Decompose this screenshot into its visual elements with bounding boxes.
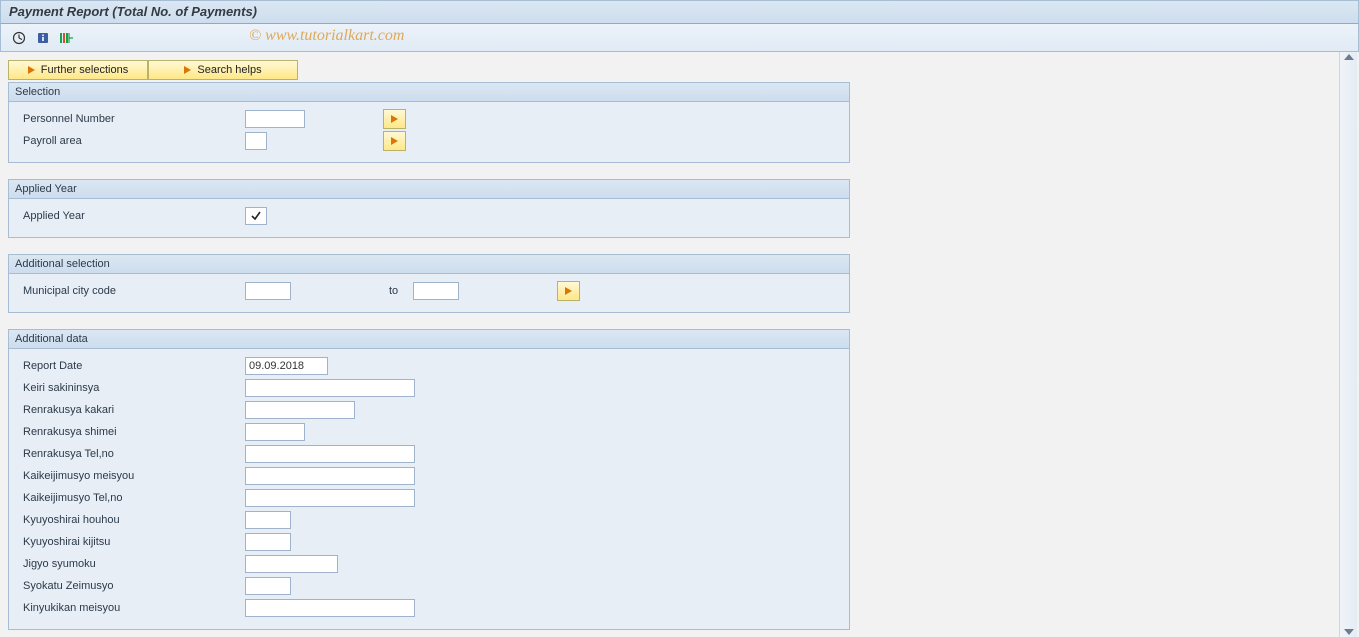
row-kaikeijimusyo_meisyou: Kaikeijimusyo meisyou (17, 465, 841, 487)
report_date-input[interactable] (245, 357, 328, 375)
group-selection: Selection Personnel Number Payroll area (8, 82, 850, 163)
search-helps-label: Search helps (197, 64, 261, 76)
payroll-area-input[interactable] (245, 132, 267, 150)
search-helps-button[interactable]: Search helps (148, 60, 298, 80)
selection-buttons: Further selections Search helps (8, 60, 850, 80)
row-keiri_sakininsya: Keiri sakininsya (17, 377, 841, 399)
label-keiri_sakininsya: Keiri sakininsya (17, 382, 245, 394)
kaikeijimusyo_meisyou-input[interactable] (245, 467, 415, 485)
group-additional-selection: Additional selection Municipal city code… (8, 254, 850, 313)
row-personnel-number: Personnel Number (17, 108, 841, 130)
form-column: Further selections Search helps Selectio… (8, 60, 850, 637)
municipal-city-code-from-input[interactable] (245, 282, 291, 300)
row-kyuyoshirai_kijitsu: Kyuyoshirai kijitsu (17, 531, 841, 553)
app-toolbar: © www.tutorialkart.com (0, 24, 1359, 52)
execute-icon[interactable] (9, 29, 29, 47)
label-kyuyoshirai_houhou: Kyuyoshirai houhou (17, 514, 245, 526)
label-syokatu_zeimusyo: Syokatu Zeimusyo (17, 580, 245, 592)
group-additional-data: Additional data Report Date Keiri sakinin… (8, 329, 850, 630)
kinyukikan_meisyou-input[interactable] (245, 599, 415, 617)
kyuyoshirai_kijitsu-input[interactable] (245, 533, 291, 551)
group-additional-selection-header: Additional selection (9, 255, 849, 274)
row-applied-year: Applied Year (17, 205, 841, 227)
renrakusya_kakari-input[interactable] (245, 401, 355, 419)
kaikeijimusyo_telno-input[interactable] (245, 489, 415, 507)
check-icon (250, 210, 262, 222)
label-kaikeijimusyo_meisyou: Kaikeijimusyo meisyou (17, 470, 245, 482)
label-kinyukikan_meisyou: Kinyukikan meisyou (17, 602, 245, 614)
label-kaikeijimusyo_telno: Kaikeijimusyo Tel,no (17, 492, 245, 504)
arrow-right-icon (565, 287, 572, 295)
further-selections-button[interactable]: Further selections (8, 60, 148, 80)
page-title: Payment Report (Total No. of Payments) (9, 4, 257, 19)
arrow-right-icon (184, 66, 191, 74)
kyuyoshirai_houhou-input[interactable] (245, 511, 291, 529)
label-renrakusya_shimei: Renrakusya shimei (17, 426, 245, 438)
label-applied-year: Applied Year (17, 210, 245, 222)
row-kyuyoshirai_houhou: Kyuyoshirai houhou (17, 509, 841, 531)
label-municipal-city-code: Municipal city code (17, 285, 245, 297)
row-syokatu_zeimusyo: Syokatu Zeimusyo (17, 575, 841, 597)
row-kinyukikan_meisyou: Kinyukikan meisyou (17, 597, 841, 619)
label-renrakusya_kakari: Renrakusya kakari (17, 404, 245, 416)
scrollbar-vertical[interactable] (1339, 52, 1357, 637)
municipal-city-code-multiple-button[interactable] (557, 281, 580, 301)
row-renrakusya_shimei: Renrakusya shimei (17, 421, 841, 443)
row-renrakusya_kakari: Renrakusya kakari (17, 399, 841, 421)
further-selections-label: Further selections (41, 64, 128, 76)
label-kyuyoshirai_kijitsu: Kyuyoshirai kijitsu (17, 536, 245, 548)
label-to: to (389, 285, 413, 297)
personnel-number-multiple-button[interactable] (383, 109, 406, 129)
label-renrakusya_telno: Renrakusya Tel,no (17, 448, 245, 460)
personnel-number-input[interactable] (245, 110, 305, 128)
watermark-text: © www.tutorialkart.com (249, 27, 404, 45)
group-applied-year-header: Applied Year (9, 180, 849, 199)
arrow-right-icon (391, 137, 398, 145)
scroll-down-icon[interactable] (1344, 629, 1354, 635)
row-jigyo_syumoku: Jigyo syumoku (17, 553, 841, 575)
arrow-right-icon (28, 66, 35, 74)
row-payroll-area: Payroll area (17, 130, 841, 152)
jigyo_syumoku-input[interactable] (245, 555, 338, 573)
row-kaikeijimusyo_telno: Kaikeijimusyo Tel,no (17, 487, 841, 509)
renrakusya_shimei-input[interactable] (245, 423, 305, 441)
group-applied-year: Applied Year Applied Year (8, 179, 850, 238)
page-title-bar: Payment Report (Total No. of Payments) (0, 0, 1359, 24)
label-personnel-number: Personnel Number (17, 113, 245, 125)
label-report_date: Report Date (17, 360, 245, 372)
scroll-up-icon[interactable] (1344, 54, 1354, 60)
renrakusya_telno-input[interactable] (245, 445, 415, 463)
group-selection-header: Selection (9, 83, 849, 102)
info-icon[interactable] (33, 29, 53, 47)
applied-year-f4-input[interactable] (245, 207, 267, 225)
keiri_sakininsya-input[interactable] (245, 379, 415, 397)
municipal-city-code-to-input[interactable] (413, 282, 459, 300)
row-report_date: Report Date (17, 355, 841, 377)
syokatu_zeimusyo-input[interactable] (245, 577, 291, 595)
arrow-right-icon (391, 115, 398, 123)
row-municipal-city-code: Municipal city code to (17, 280, 841, 302)
payroll-area-multiple-button[interactable] (383, 131, 406, 151)
content-area: Further selections Search helps Selectio… (0, 52, 1359, 637)
label-jigyo_syumoku: Jigyo syumoku (17, 558, 245, 570)
row-renrakusya_telno: Renrakusya Tel,no (17, 443, 841, 465)
columns-icon[interactable] (57, 29, 77, 47)
group-additional-data-header: Additional data (9, 330, 849, 349)
label-payroll-area: Payroll area (17, 135, 245, 147)
